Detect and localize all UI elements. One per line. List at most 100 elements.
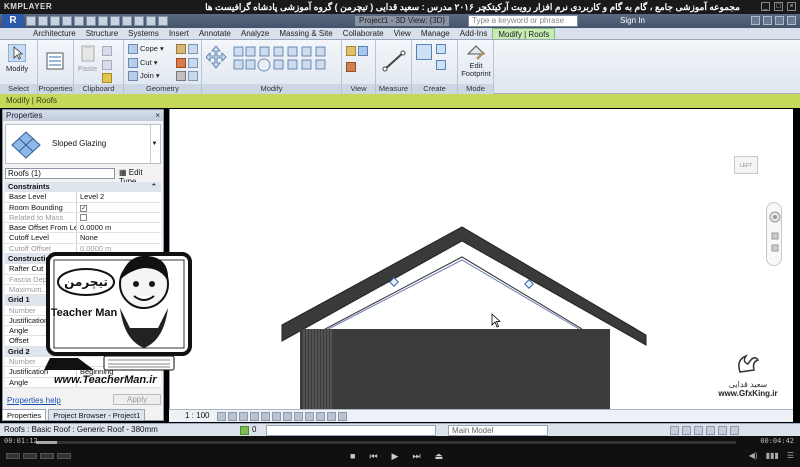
tab-insert[interactable]: Insert: [164, 28, 194, 39]
property-group[interactable]: Constraints ⌃: [5, 182, 161, 193]
property-checkbox[interactable]: [77, 212, 161, 223]
application-menu-button[interactable]: R: [2, 14, 24, 28]
drag-elements-icon[interactable]: [718, 426, 727, 435]
paint-icon[interactable]: [176, 58, 200, 69]
seek-bar[interactable]: [36, 441, 736, 444]
crop-view-icon[interactable]: [272, 412, 281, 421]
redo-icon[interactable]: [62, 16, 72, 26]
select-pinned-icon[interactable]: [694, 426, 703, 435]
panel-select-label[interactable]: Select: [0, 84, 37, 94]
next-icon[interactable]: ⏭: [412, 451, 420, 462]
filter-icon[interactable]: [730, 426, 739, 435]
split-face-icon[interactable]: [176, 44, 200, 55]
previous-icon[interactable]: ⏮: [369, 451, 377, 462]
property-checkbox[interactable]: ✓: [77, 202, 161, 212]
checkbox[interactable]: [80, 213, 87, 221]
edit-footprint-button[interactable]: Edit Footprint: [460, 42, 492, 78]
print-icon[interactable]: [74, 16, 84, 26]
equalizer-icon[interactable]: ▮▮▮: [766, 451, 779, 460]
apply-button[interactable]: Apply: [113, 394, 161, 405]
show-crop-icon[interactable]: [283, 412, 292, 421]
modify-tools-icon[interactable]: [206, 44, 338, 82]
close-icon[interactable]: ×: [787, 2, 796, 11]
tab-view[interactable]: View: [389, 28, 416, 39]
design-option-dropdown[interactable]: Main Model: [448, 425, 548, 436]
tab-properties[interactable]: Properties: [2, 409, 47, 421]
tab-architecture[interactable]: Architecture: [28, 28, 81, 39]
undo-icon[interactable]: [50, 16, 60, 26]
tab-analyze[interactable]: Analyze: [236, 28, 274, 39]
tag-icon[interactable]: [98, 16, 108, 26]
join-button[interactable]: Join ▾: [128, 71, 160, 82]
cut-clipboard-icon[interactable]: [102, 46, 114, 57]
match-type-icon[interactable]: [102, 73, 114, 84]
thin-lines-icon[interactable]: [146, 16, 156, 26]
sign-in-link[interactable]: Sign In: [620, 16, 645, 25]
create-parts-icon[interactable]: [436, 44, 448, 55]
create-assembly-icon[interactable]: [416, 44, 434, 60]
playlist-icon[interactable]: ☰: [787, 451, 794, 460]
close-icon[interactable]: ×: [155, 110, 160, 121]
sun-path-icon[interactable]: [239, 412, 248, 421]
close-views-icon[interactable]: [158, 16, 168, 26]
measure-icon[interactable]: [86, 16, 96, 26]
override-graphics-icon[interactable]: [346, 62, 358, 73]
create-group-icon[interactable]: [436, 60, 448, 71]
minimize-icon[interactable]: _: [761, 2, 770, 11]
instance-selector[interactable]: Roofs (1): [5, 168, 115, 179]
shadows-icon[interactable]: [250, 412, 259, 421]
worksets-icon[interactable]: [240, 426, 249, 435]
search-input[interactable]: Type a keyword or phrase: [468, 15, 578, 27]
tab-collaborate[interactable]: Collaborate: [338, 28, 389, 39]
navigation-bar[interactable]: [766, 202, 782, 266]
view-scale[interactable]: 1 : 100: [185, 411, 209, 420]
analytical-model-icon[interactable]: [327, 412, 336, 421]
3d-mode-icon[interactable]: [6, 453, 20, 459]
properties-button[interactable]: [46, 52, 64, 72]
cut-button[interactable]: Cut ▾: [128, 58, 158, 69]
temporary-hide-icon[interactable]: [305, 412, 314, 421]
hide-element-icon[interactable]: [346, 46, 370, 57]
property-value[interactable]: Level 2: [77, 192, 161, 202]
paste-button[interactable]: Paste: [78, 44, 97, 73]
tab-add-ins[interactable]: Add-Ins: [455, 28, 493, 39]
section-icon[interactable]: [122, 16, 132, 26]
collapse-icon[interactable]: ⌃: [151, 182, 157, 192]
copy-clipboard-icon[interactable]: [102, 60, 114, 71]
chevron-down-icon[interactable]: ▼: [150, 125, 158, 163]
visual-style-icon[interactable]: [228, 412, 237, 421]
subtitle-icon[interactable]: [23, 453, 37, 459]
tab-modify-roofs[interactable]: Modify | Roofs: [492, 28, 556, 39]
select-by-face-icon[interactable]: [706, 426, 715, 435]
select-links-icon[interactable]: [670, 426, 679, 435]
help-icon[interactable]: [751, 16, 760, 25]
open-icon[interactable]: [26, 16, 36, 26]
3d-view-icon[interactable]: [110, 16, 120, 26]
demolish-icon[interactable]: [176, 71, 200, 82]
modify-button[interactable]: Modify: [6, 44, 28, 73]
measure-ruler-icon[interactable]: [382, 48, 406, 74]
reveal-hidden-icon[interactable]: [316, 412, 325, 421]
drawing-canvas[interactable]: [169, 109, 793, 409]
volume-icon[interactable]: ◀): [749, 451, 758, 460]
render-icon[interactable]: [261, 412, 270, 421]
tab-massing-site[interactable]: Massing & Site: [274, 28, 337, 39]
tab-systems[interactable]: Systems: [123, 28, 164, 39]
maximize-icon[interactable]: □: [774, 2, 783, 11]
checkbox[interactable]: ✓: [80, 204, 87, 212]
minimize-icon[interactable]: [763, 16, 772, 25]
properties-help-link[interactable]: Properties help: [7, 396, 61, 405]
detail-level-icon[interactable]: [217, 412, 226, 421]
property-value[interactable]: 0.0000 m: [77, 223, 161, 233]
tab-annotate[interactable]: Annotate: [194, 28, 236, 39]
restore-icon[interactable]: [775, 16, 784, 25]
type-selector[interactable]: Sloped Glazing ▼: [5, 124, 161, 164]
eject-icon[interactable]: ⏏: [435, 451, 444, 462]
text-icon[interactable]: [134, 16, 144, 26]
screen-ratio-icon[interactable]: [40, 453, 54, 459]
vr-icon[interactable]: [57, 453, 71, 459]
tab-manage[interactable]: Manage: [416, 28, 455, 39]
select-underlay-icon[interactable]: [682, 426, 691, 435]
tab-project-browser[interactable]: Project Browser - Project1: [48, 409, 146, 421]
viewcube[interactable]: LEFT: [734, 156, 758, 174]
